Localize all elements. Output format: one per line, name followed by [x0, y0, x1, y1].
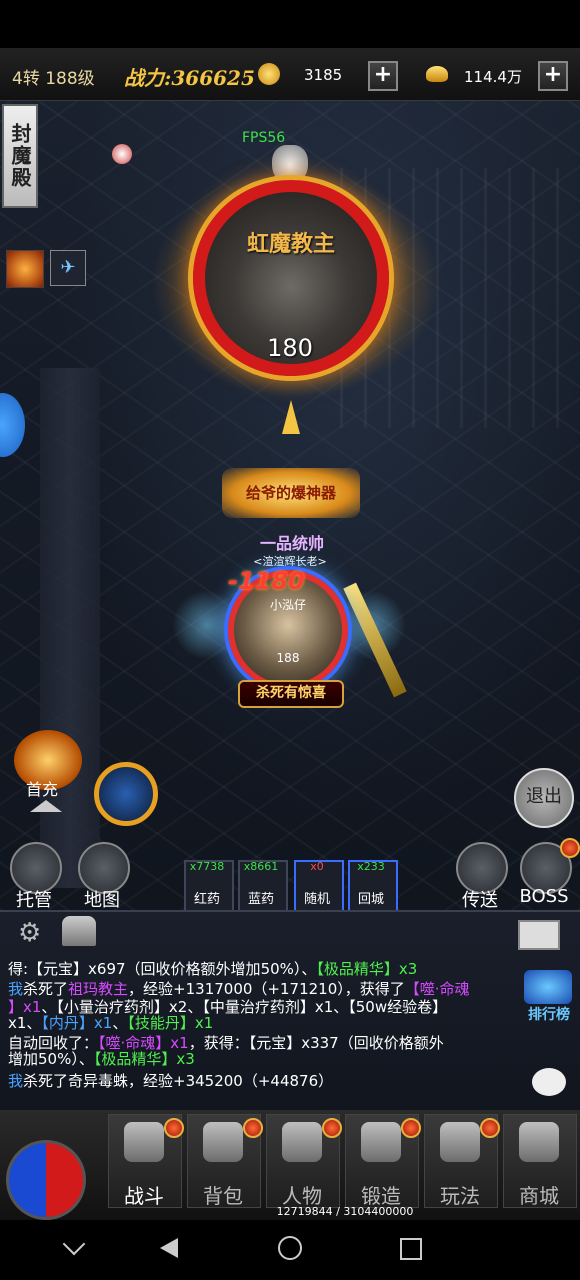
recent-apps-icon[interactable] [400, 1238, 422, 1260]
crossed-swords-icon [124, 1122, 164, 1162]
blue-potion-label: 蓝药 [247, 892, 274, 907]
blue-orb[interactable] [0, 393, 25, 457]
ingots-value: 114.4万 [464, 68, 522, 86]
return-scroll-count: x233 [357, 860, 385, 873]
minimap-marker-icon [112, 144, 132, 164]
status-bar [0, 0, 580, 48]
damage-number: -1180 [228, 567, 305, 595]
home-icon[interactable] [278, 1236, 302, 1260]
buff-speed-icon[interactable]: ✈ [50, 250, 86, 286]
fps-counter: FPS56 [242, 130, 286, 146]
chat-line-2: 我杀死了祖玛教主，经验+1317000（+171210），获得了【噬·命魂 [8, 980, 470, 998]
tab-bag-dot [243, 1118, 263, 1138]
helmet-icon [282, 1122, 322, 1162]
experience-readout: 12719844 / 3104400000 [276, 1205, 414, 1218]
mail-icon[interactable] [518, 920, 560, 950]
player-level-text: 4转 188级 [12, 69, 95, 89]
blue-potion-count: x8661 [243, 860, 279, 873]
settings-gear-icon[interactable]: ⚙ [18, 918, 41, 948]
character-icon[interactable] [62, 916, 96, 946]
collapse-arrow-icon[interactable] [30, 800, 62, 812]
boss-name: 虹魔教主 [246, 232, 335, 257]
add-ingot-button[interactable]: + [538, 61, 568, 91]
add-gold-button[interactable]: + [368, 61, 398, 91]
buff-fire-icon[interactable] [6, 250, 44, 288]
backpack-icon [203, 1122, 243, 1162]
gold-coin-icon [258, 63, 280, 85]
player-level: 188 [276, 651, 300, 665]
gold-coins-value: 3185 [304, 66, 343, 84]
random-scroll-count: x0 [310, 860, 324, 873]
map-label[interactable]: 地图 [72, 886, 132, 912]
first-recharge-label: 首充 [26, 780, 59, 799]
teleport-label[interactable]: 传送 [450, 886, 510, 912]
leaderboard-icon[interactable] [524, 970, 572, 1004]
kill-reward-banner: 杀死有惊喜 [238, 680, 344, 708]
boss-level: 180 [267, 334, 313, 362]
combat-power: 战力:366625 [124, 66, 255, 90]
chat-line-1: 得:【元宝】x697（回收价格额外增加50%）、【极品精华】x3 [8, 960, 418, 978]
leaderboard-label[interactable]: 排行榜 [520, 1004, 578, 1024]
boss-label[interactable]: BOSS [514, 886, 574, 907]
anvil-icon [361, 1122, 401, 1162]
skill-orb-button[interactable] [94, 762, 158, 826]
player-rank-title: 一品统帅 [259, 534, 324, 553]
red-potion-label: 红药 [193, 892, 220, 907]
player-title-banner: 给爷的爆神器 [222, 468, 360, 518]
tab-character-dot [322, 1118, 342, 1138]
chat-line-6: 增加50%）、【极品精华】x3 [8, 1050, 195, 1068]
fengmo-hall-button[interactable]: 封魔殿 [2, 104, 38, 208]
auto-play-label[interactable]: 托管 [4, 886, 64, 912]
random-scroll-label: 随机 [303, 892, 330, 907]
shop-icon [519, 1122, 559, 1162]
return-scroll-label: 回城 [357, 892, 384, 907]
chat-line-7: 我杀死了奇异毒蛛，经验+345200（+44876） [8, 1072, 334, 1090]
tab-battle-dot [164, 1118, 184, 1138]
exit-button[interactable]: 退出 [514, 768, 574, 828]
skull-icon [272, 145, 308, 185]
player-name: 小泓仔 [269, 598, 306, 612]
ingot-icon [426, 66, 448, 82]
tab-gameplay-dot [480, 1118, 500, 1138]
notification-dot [560, 838, 580, 858]
back-icon[interactable] [160, 1238, 178, 1258]
chat-bubble-icon[interactable] [532, 1068, 566, 1096]
red-potion-count: x7738 [189, 860, 225, 873]
boss-pointer-icon [282, 400, 300, 434]
tab-forge-dot [401, 1118, 421, 1138]
wings-icon [440, 1122, 480, 1162]
chat-line-4: x1、【内丹】x1、【技能丹】x1 [8, 1014, 214, 1032]
